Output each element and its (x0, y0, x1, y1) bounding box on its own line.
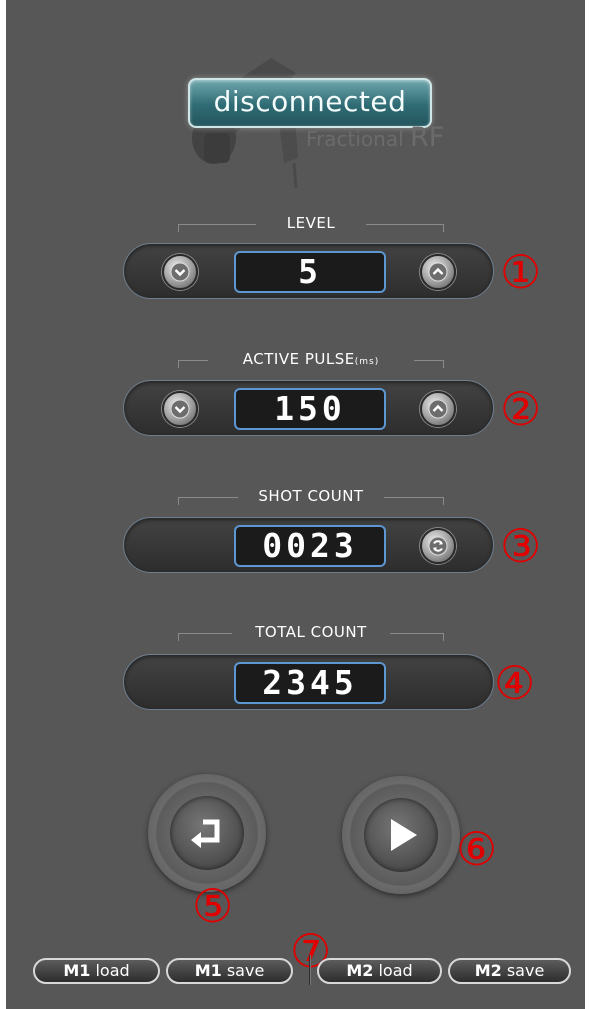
brand-suffix: RF (410, 122, 445, 153)
level-decrease-button[interactable] (162, 254, 198, 290)
memory-divider (309, 955, 311, 985)
shot-count-label: SHOT COUNT (258, 487, 364, 505)
callout-marker-1: ① (500, 245, 542, 299)
play-icon (391, 819, 417, 851)
m2-load-button[interactable]: M2 load (317, 958, 442, 984)
level-control: 5 (123, 243, 494, 299)
total-count-label: TOTAL COUNT (255, 623, 367, 641)
level-label: LEVEL (286, 214, 336, 232)
shot-count-display: 0023 (234, 525, 386, 567)
active-pulse-control: 150 (123, 380, 494, 436)
pulse-decrease-button[interactable] (162, 391, 198, 427)
pulse-value-display: 150 (234, 388, 386, 430)
chevron-up-icon (428, 262, 448, 282)
start-button[interactable] (342, 776, 460, 894)
shot-count-reset-button[interactable] (420, 528, 456, 564)
level-header: LEVEL (178, 214, 444, 236)
shot-count-header: SHOT COUNT (178, 487, 444, 509)
total-count-display: 2345 (234, 662, 386, 704)
m1-save-button[interactable]: M1 save (166, 958, 293, 984)
callout-marker-2: ② (500, 382, 542, 436)
callout-marker-4: ④ (494, 656, 536, 710)
callout-marker-5: ⑤ (192, 879, 234, 933)
total-count-header: TOTAL COUNT (178, 623, 444, 645)
return-arrow-icon (191, 819, 220, 848)
shot-count-control: 0023 (123, 517, 494, 573)
brand-label: Fractional RF (306, 122, 444, 153)
refresh-icon (428, 536, 448, 556)
callout-marker-3: ③ (500, 519, 542, 573)
chevron-down-icon (170, 262, 190, 282)
chevron-up-icon (428, 399, 448, 419)
m2-save-button[interactable]: M2 save (448, 958, 571, 984)
back-button[interactable] (148, 774, 266, 892)
active-pulse-label: ACTIVE PULSE(ms) (242, 350, 380, 368)
level-increase-button[interactable] (420, 254, 456, 290)
active-pulse-header: ACTIVE PULSE(ms) (178, 350, 444, 372)
total-count-control: 2345 (123, 654, 494, 710)
callout-marker-6: ⑥ (456, 822, 498, 876)
app-panel: disconnected Fractional RF LEVEL 5 ① ACT… (6, 0, 585, 1009)
chevron-down-icon (170, 399, 190, 419)
connection-status-badge: disconnected (188, 78, 432, 128)
pulse-increase-button[interactable] (420, 391, 456, 427)
level-value-display: 5 (234, 251, 386, 293)
active-pulse-unit: (ms) (354, 357, 380, 367)
m1-load-button[interactable]: M1 load (33, 958, 160, 984)
brand-prefix: Fractional (306, 127, 411, 151)
